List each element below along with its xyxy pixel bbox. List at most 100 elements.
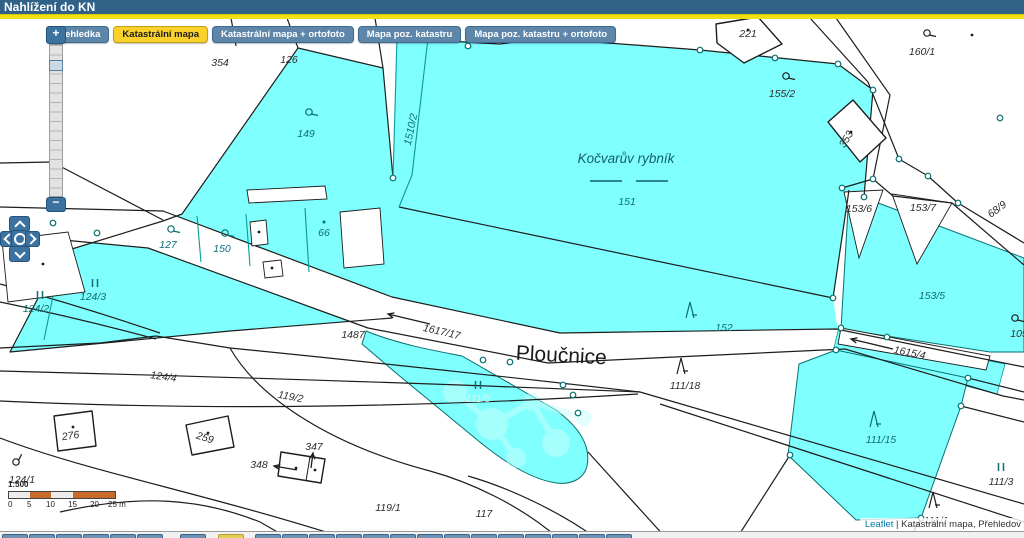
pan-right-button[interactable] (25, 231, 40, 247)
scale-bar: 1:500 0 5 10 15 20 25 m (8, 480, 158, 509)
parcel-label-127: 127 (159, 239, 178, 251)
vertex-point (787, 452, 793, 458)
app-window: 3541261491510/2Kočvarův rybník151221155/… (0, 0, 1024, 538)
parcel-label-119-1: 119/1 (375, 502, 401, 514)
vertex-point (575, 410, 581, 416)
parcel-label-354: 354 (211, 57, 229, 69)
parcel-label-150: 150 (213, 243, 231, 255)
parcel-label-152: 152 (715, 322, 733, 334)
scale-tick: 5 (27, 500, 31, 509)
vertex-point (507, 359, 513, 365)
layer-button-katastralni-mapa-ortofoto[interactable]: Katastrální mapa + ortofoto (212, 26, 354, 43)
cutoff-button (309, 534, 335, 538)
chevron-right-icon (25, 233, 36, 244)
layer-button-katastralni-mapa[interactable]: Katastrální mapa (113, 26, 208, 43)
cutoff-button (552, 534, 578, 538)
cutoff-button (110, 534, 136, 538)
zoom-in-button[interactable]: + (46, 26, 66, 44)
map-canvas[interactable]: 3541261491510/2Kočvarův rybník151221155/… (0, 0, 1024, 538)
cutoff-button (282, 534, 308, 538)
parcel-label-153-5: 153/5 (919, 290, 945, 302)
vertex-point (884, 334, 890, 340)
vertex-point (870, 87, 876, 93)
vertex-point (958, 403, 964, 409)
cutoff-toolbar-strip (0, 531, 1024, 538)
vertex-point (925, 173, 931, 179)
parcel-label-111-18: 111/18 (670, 380, 701, 392)
cutoff-button (137, 534, 163, 538)
vertex-point (997, 115, 1003, 121)
cutoff-button (2, 534, 28, 538)
parcel-label-Plou-nice: Ploučnice (515, 342, 607, 370)
scale-tick: 25 m (108, 500, 126, 509)
scale-tick: 15 (68, 500, 77, 509)
vertex-point (955, 200, 961, 206)
cutoff-button (471, 534, 497, 538)
scale-ratio: 1:500 (8, 480, 158, 489)
cutoff-button (56, 534, 82, 538)
cutoff-button (363, 534, 389, 538)
cutoff-button (606, 534, 632, 538)
cutoff-button (498, 534, 524, 538)
vertex-point (861, 194, 867, 200)
vertex-point (560, 382, 566, 388)
layer-button-mapa-poz-katastru-ortofoto[interactable]: Mapa poz. katastru + ortofoto (465, 26, 616, 43)
vertex-point (50, 220, 56, 226)
parcel-label-124-3: 124/3 (80, 291, 106, 303)
vertex-point (465, 43, 471, 49)
cutoff-button (579, 534, 605, 538)
scale-tick: 20 (90, 500, 99, 509)
layer-button-mapa-poz-katastru[interactable]: Mapa poz. katastru (358, 26, 462, 43)
vertex-point (835, 61, 841, 67)
cutoff-button-active (218, 534, 244, 538)
parcel-label-160-1: 160/1 (909, 46, 935, 58)
chevron-down-icon (14, 247, 25, 258)
yellow-divider (0, 14, 1024, 19)
vertex-point (838, 325, 844, 331)
map-attribution: Leaflet | Katastrální mapa, Přehledov (860, 518, 1024, 531)
scale-ticks: 0 5 10 15 20 25 m (8, 499, 158, 509)
scale-segments (8, 491, 116, 499)
zoom-slider-handle[interactable] (49, 60, 63, 71)
vertex-point (570, 392, 576, 398)
map-symbol-dot (323, 221, 326, 224)
parcel-label-149: 149 (297, 128, 315, 140)
parcel-label-124-2: 124/2 (23, 303, 49, 315)
cutoff-button (525, 534, 551, 538)
cutoff-button (390, 534, 416, 538)
attribution-separator: | (896, 519, 898, 530)
cutoff-button (29, 534, 55, 538)
vertex-point (830, 295, 836, 301)
title-bar: Nahlížení do KN (0, 0, 1024, 14)
parcel-label-66: 66 (318, 227, 330, 239)
vertex-point (480, 357, 486, 363)
parcel-label-348: 348 (250, 459, 268, 471)
parcel-label-1487: 1487 (341, 329, 366, 341)
circle-icon (14, 233, 26, 245)
vertex-point (870, 176, 876, 182)
scale-tick: 10 (46, 500, 55, 509)
cutoff-button (180, 534, 206, 538)
pan-down-button[interactable] (9, 246, 30, 262)
cutoff-button (255, 534, 281, 538)
zoom-out-button[interactable]: − (46, 197, 66, 212)
parcel-label-117: 117 (476, 508, 494, 520)
cutoff-button (417, 534, 443, 538)
parcel-label-111-15: 111/15 (866, 434, 897, 446)
cutoff-button (444, 534, 470, 538)
vertex-point (390, 175, 396, 181)
parcel-label-111-5: 111/5 (466, 393, 491, 405)
parcel-label-155-2: 155/2 (769, 88, 795, 100)
parcel-label-Ko-var-v-rybn-k: Kočvarův rybník (578, 151, 676, 166)
cutoff-button (83, 534, 109, 538)
vertex-point (896, 156, 902, 162)
parcel-label-153-7: 153/7 (910, 202, 937, 214)
leaflet-link[interactable]: Leaflet (865, 519, 894, 530)
parcel-label-347: 347 (305, 441, 324, 453)
zoom-slider[interactable] (49, 44, 63, 197)
vertex-point (697, 47, 703, 53)
attribution-layers: Katastrální mapa, Přehledov (901, 519, 1021, 530)
vertex-point (965, 375, 971, 381)
layer-toolbar: Přehledka Katastrální mapa Katastrální m… (46, 26, 616, 43)
parcel-label-153-6: 153/6 (846, 203, 872, 215)
